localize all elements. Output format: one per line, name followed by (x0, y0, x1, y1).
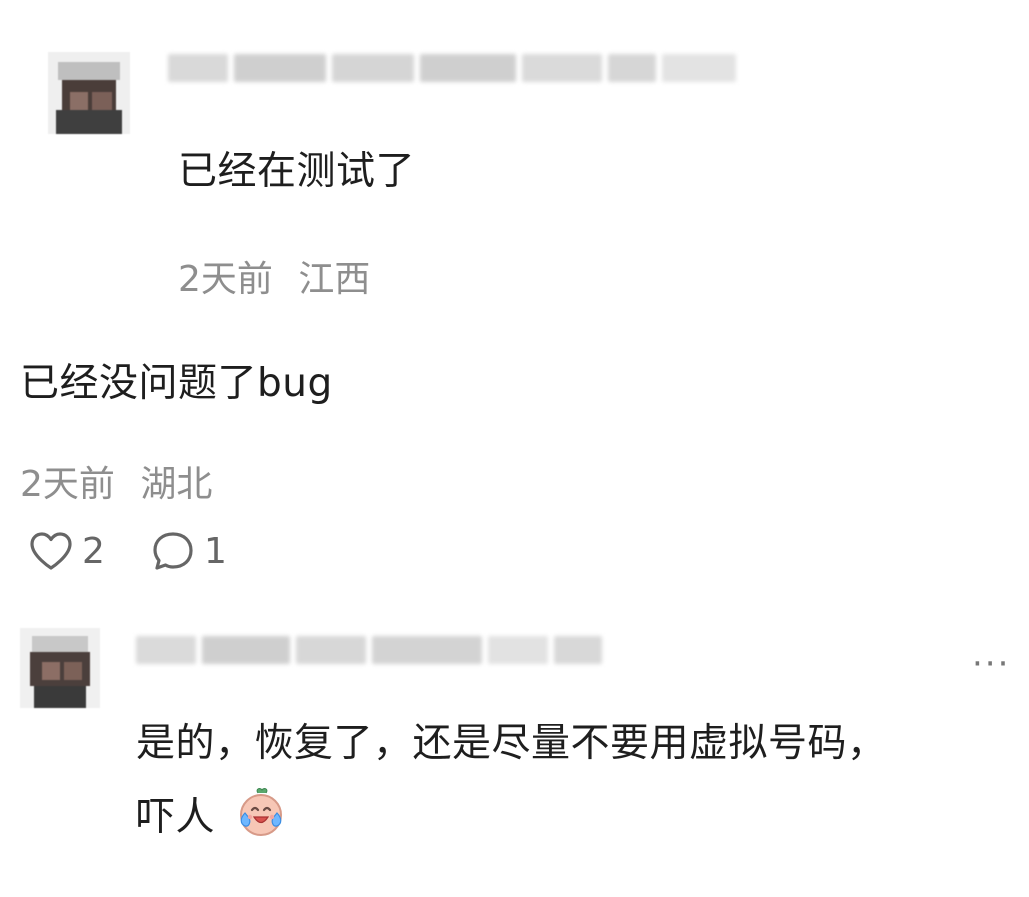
comment-text: 已经没问题了bug (20, 361, 333, 406)
crying-laughing-face-icon (234, 786, 288, 840)
heart-outline-icon (28, 530, 74, 572)
comment-time: 2天前 (20, 464, 115, 505)
username[interactable] (168, 54, 736, 82)
comment-time: 2天前 (178, 259, 273, 300)
comment-text: 是的，恢复了，还是尽量不要用虚拟号码， (136, 721, 887, 766)
username[interactable] (136, 636, 602, 664)
reply-button[interactable]: 1 (150, 530, 227, 572)
comment-meta: 2天前 湖北 (20, 455, 212, 507)
avatar[interactable] (20, 628, 100, 708)
comment-location: 湖北 (140, 464, 213, 505)
reply-count: 1 (204, 530, 227, 572)
comment-text: 吓人 (136, 786, 288, 841)
like-count: 2 (82, 530, 105, 572)
comment-text: 已经在测试了 (178, 149, 416, 194)
comment-text-line: 吓人 (136, 795, 216, 840)
like-button[interactable]: 2 (28, 530, 105, 572)
avatar[interactable] (48, 52, 130, 134)
comment-bubble-icon (150, 530, 196, 572)
more-dots-icon[interactable]: ··· (972, 644, 1010, 684)
comment-meta: 2天前 江西 (178, 250, 370, 302)
comment-location: 江西 (298, 259, 371, 300)
